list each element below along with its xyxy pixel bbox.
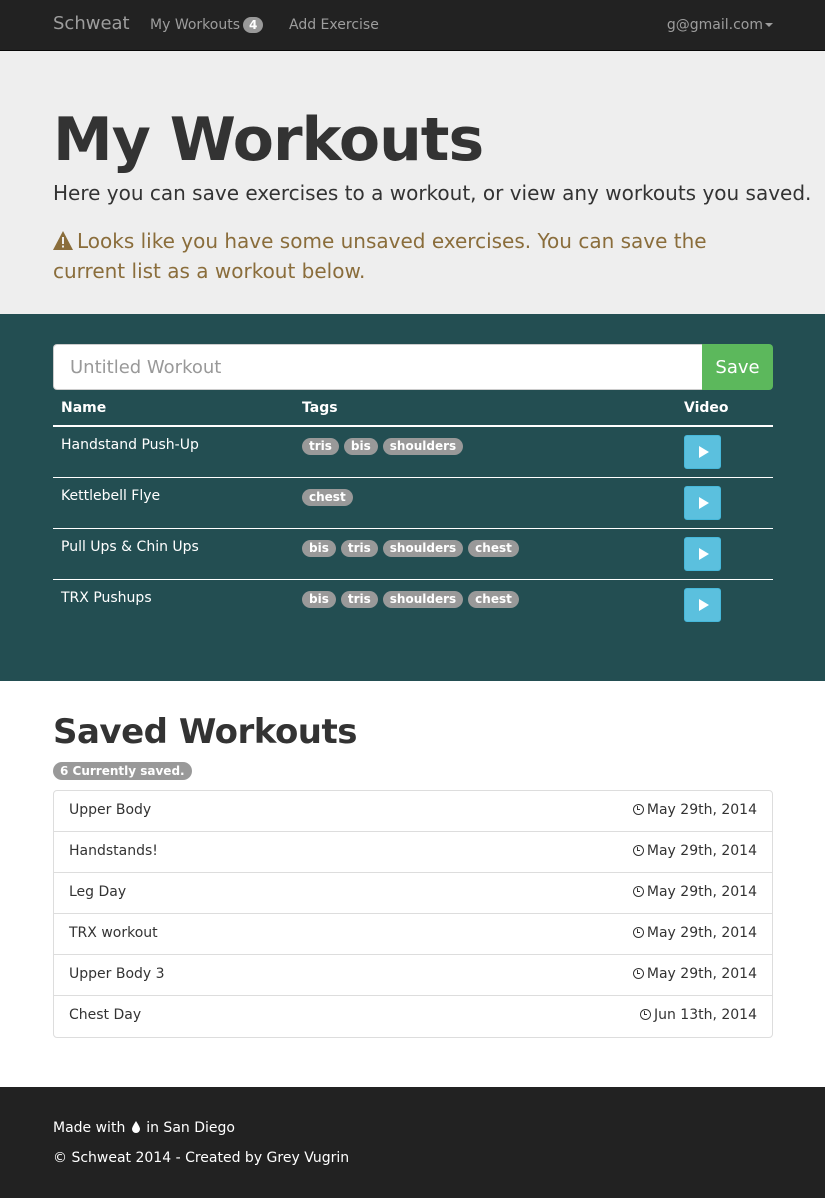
workout-date-text: May 29th, 2014 [646, 884, 757, 900]
exercise-tags: tris bis shoulders [302, 438, 464, 455]
header-video: Video [684, 400, 729, 416]
exercise-table-header: Name Tags Video [53, 398, 773, 427]
clock-icon [632, 804, 644, 815]
exercise-tags: bis tris shoulders chest [302, 591, 519, 608]
table-row: Kettlebell Flye chest [53, 478, 773, 529]
workout-date-text: May 29th, 2014 [646, 802, 757, 818]
exercise-name: Pull Ups & Chin Ups [61, 539, 199, 555]
saved-workouts-title: Saved Workouts [53, 712, 358, 752]
tag-badge: bis [302, 540, 336, 557]
workout-date-text: May 29th, 2014 [646, 925, 757, 941]
tag-badge: chest [468, 591, 519, 608]
navbar: Schweat My Workouts 4 Add Exercise g@gmai… [0, 0, 825, 51]
nav-my-workouts[interactable]: My Workouts 4 [150, 17, 264, 33]
list-item[interactable]: TRX workout May 29th, 2014 [54, 914, 772, 955]
unsaved-warning: Looks like you have some unsaved exercis… [53, 226, 773, 286]
workout-date-text: Jun 13th, 2014 [653, 1007, 757, 1023]
tag-badge: shoulders [382, 438, 464, 455]
tag-badge: tris [340, 540, 378, 557]
list-item[interactable]: Upper Body 3 May 29th, 2014 [54, 955, 772, 996]
exercise-name: Handstand Push-Up [61, 437, 199, 453]
list-item[interactable]: Upper Body May 29th, 2014 [54, 791, 772, 832]
play-video-button[interactable] [684, 486, 721, 520]
workout-date: Jun 13th, 2014 [639, 1007, 757, 1023]
workouts-count-badge: 4 [243, 17, 264, 33]
exercise-tags: chest [302, 489, 353, 506]
page-title: My Workouts [53, 105, 484, 175]
unsaved-exercises-panel: Save Name Tags Video Handstand Push-Up t… [0, 314, 825, 681]
workout-name: Chest Day [69, 1007, 142, 1023]
workout-date: May 29th, 2014 [632, 925, 757, 941]
exercise-name: TRX Pushups [61, 590, 152, 606]
clock-icon [632, 845, 644, 856]
play-video-button[interactable] [684, 537, 721, 571]
tag-badge: chest [468, 540, 519, 557]
exercise-tags: bis tris shoulders chest [302, 540, 519, 557]
exercise-table: Name Tags Video Handstand Push-Up tris b… [53, 398, 773, 631]
workout-date: May 29th, 2014 [632, 802, 757, 818]
user-email: g@gmail.com [666, 17, 763, 33]
workout-name: Upper Body 3 [69, 966, 165, 982]
made-with-suffix: in San Diego [146, 1120, 235, 1136]
nav-add-exercise[interactable]: Add Exercise [289, 17, 379, 33]
user-menu-toggle[interactable]: g@gmail.com [667, 17, 773, 33]
list-item[interactable]: Leg Day May 29th, 2014 [54, 873, 772, 914]
footer: Made with in San Diego © Schweat 2014 - … [0, 1087, 825, 1198]
warning-icon [53, 231, 73, 250]
tag-badge: shoulders [382, 591, 464, 608]
clock-icon [632, 886, 644, 897]
play-video-button[interactable] [684, 435, 721, 469]
made-with-text: Made with in San Diego [53, 1120, 235, 1136]
copyright: © Schweat 2014 - Created by Grey Vugrin [53, 1150, 350, 1166]
list-item[interactable]: Chest Day Jun 13th, 2014 [54, 996, 772, 1037]
table-row: Pull Ups & Chin Ups bis tris shoulders c… [53, 529, 773, 580]
clock-icon [639, 1009, 651, 1020]
table-row: Handstand Push-Up tris bis shoulders [53, 427, 773, 478]
table-row: TRX Pushups bis tris shoulders chest [53, 580, 773, 631]
saved-workouts-list: Upper Body May 29th, 2014 Handstands! Ma… [53, 790, 773, 1038]
workout-date: May 29th, 2014 [632, 966, 757, 982]
clock-icon [632, 968, 644, 979]
tag-badge: tris [340, 591, 378, 608]
workout-date-text: May 29th, 2014 [646, 966, 757, 982]
clock-icon [632, 927, 644, 938]
tag-badge: bis [302, 591, 336, 608]
save-workout-button[interactable]: Save [702, 344, 773, 390]
workout-date: May 29th, 2014 [632, 843, 757, 859]
tag-badge: chest [302, 489, 353, 506]
page-header: My Workouts Here you can save exercises … [0, 51, 825, 314]
header-tags: Tags [302, 400, 338, 416]
workout-name: Handstands! [69, 843, 158, 859]
caret-down-icon [765, 23, 773, 27]
saved-count-badge: 6 Currently saved. [53, 762, 192, 780]
exercise-name: Kettlebell Flye [61, 488, 161, 504]
brand-logo[interactable]: Schweat [53, 13, 130, 34]
tag-badge: tris [302, 438, 339, 455]
list-item[interactable]: Handstands! May 29th, 2014 [54, 832, 772, 873]
workout-name: Leg Day [69, 884, 127, 900]
workout-date-text: May 29th, 2014 [646, 843, 757, 859]
workout-name-input[interactable] [53, 344, 702, 390]
workout-name: Upper Body [69, 802, 152, 818]
nav-my-workouts-label: My Workouts [150, 17, 240, 33]
unsaved-warning-text: Looks like you have some unsaved exercis… [53, 229, 707, 283]
tag-badge: bis [343, 438, 378, 455]
workout-name: TRX workout [69, 925, 158, 941]
workout-date: May 29th, 2014 [632, 884, 757, 900]
made-with-prefix: Made with [53, 1120, 126, 1136]
tag-badge: shoulders [382, 540, 464, 557]
drop-icon [131, 1121, 140, 1133]
header-name: Name [61, 400, 107, 416]
page-lead: Here you can save exercises to a workout… [53, 181, 812, 205]
play-video-button[interactable] [684, 588, 721, 622]
